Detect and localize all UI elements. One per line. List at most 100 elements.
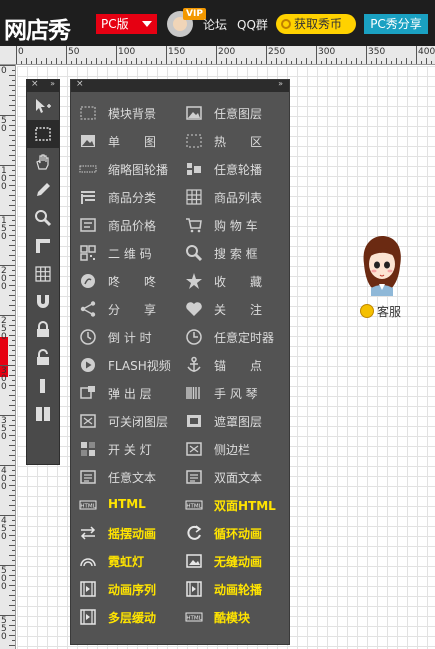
component-item[interactable]: 咚 咚 [71, 270, 177, 292]
component-item[interactable]: 开 关 灯 [71, 438, 177, 460]
ruler-tick [12, 630, 15, 631]
double-text-icon [185, 468, 203, 486]
ruler-tick [12, 100, 15, 101]
ruler-tick [326, 58, 327, 64]
ruler-tick [261, 61, 262, 64]
component-item[interactable]: 侧边栏 [177, 438, 283, 460]
ruler-tick [12, 170, 15, 171]
component-item[interactable]: HTML 双面HTML [177, 494, 283, 516]
close-icon[interactable]: × [31, 79, 39, 89]
customer-service-widget[interactable]: 客服 [349, 234, 411, 324]
component-panel-header[interactable]: × » [71, 79, 289, 92]
component-item[interactable]: 锚 点 [177, 354, 283, 376]
unlock-tool-button[interactable] [27, 344, 59, 372]
component-item[interactable]: 二 维 码 [71, 242, 177, 264]
component-item[interactable]: 商品分类 [71, 186, 177, 208]
component-item[interactable]: 无缝动画 [177, 550, 283, 572]
collapse-icon[interactable]: » [278, 79, 283, 88]
component-item[interactable]: 摇摆动画 [71, 522, 177, 544]
component-item[interactable]: 热 区 [177, 130, 283, 152]
qq-group-link[interactable]: QQ群 [237, 16, 268, 33]
component-item[interactable]: 分 享 [71, 298, 177, 320]
ruler-tick [211, 61, 212, 64]
component-item[interactable]: 多层缓动 [71, 606, 177, 628]
ruler-icon [36, 239, 50, 253]
edition-dropdown[interactable]: PC版 [96, 14, 157, 34]
move-tool-button[interactable] [27, 92, 59, 120]
hand-tool-button[interactable] [27, 148, 59, 176]
component-item[interactable]: 手 风 琴 [177, 382, 283, 404]
component-item[interactable]: FLASH视频 [71, 354, 177, 376]
ruler-tick [431, 61, 432, 64]
component-item[interactable]: 收 藏 [177, 270, 283, 292]
component-item[interactable]: 循环动画 [177, 522, 283, 544]
ruler-tool-button[interactable] [27, 232, 59, 260]
mask-layer-icon [185, 412, 203, 430]
component-item[interactable]: 动画序列 [71, 578, 177, 600]
ruler-tick [12, 230, 15, 231]
ruler-label: 300 [318, 47, 336, 57]
component-item[interactable]: 任意定时器 [177, 326, 283, 348]
vertical-ruler[interactable]: 0 50 100 150 200 250 300 350 400 450 500 550 [0, 65, 16, 649]
component-item[interactable]: 任意轮播 [177, 158, 283, 180]
component-item[interactable]: 商品价格 [71, 214, 177, 236]
app-logo[interactable]: 网店秀 [4, 11, 71, 45]
ruler-tick [12, 440, 15, 441]
component-item-label: 商品列表 [214, 191, 263, 205]
ruler-tick [276, 58, 277, 64]
pc-share-button[interactable]: PC秀分享 [364, 14, 428, 34]
get-coins-button[interactable]: 获取秀币 [276, 14, 356, 34]
tool-palette-header[interactable]: × » [27, 79, 59, 92]
ruler-tick [9, 275, 15, 276]
magnet-tool-button[interactable] [27, 288, 59, 316]
ruler-tick [351, 61, 352, 64]
ruler-tick [12, 200, 15, 201]
ruler-tick [31, 61, 32, 64]
component-item[interactable]: 动画轮播 [177, 578, 283, 600]
component-item[interactable]: 遮罩图层 [177, 410, 283, 432]
component-item[interactable]: 模块背景 [71, 102, 177, 124]
component-item-label: 开 关 灯 [108, 443, 152, 457]
ruler-label: 400 [418, 47, 435, 57]
ruler-tick [111, 61, 112, 64]
grid-tool-button[interactable] [27, 260, 59, 288]
forum-link[interactable]: 论坛 [203, 16, 227, 33]
ruler-tick [9, 595, 15, 596]
coin-icon [281, 19, 291, 29]
lock-tool-button[interactable] [27, 316, 59, 344]
ruler-tick [291, 61, 292, 64]
ruler-label: 50 [1, 116, 7, 134]
horizontal-ruler[interactable]: 0 50 100 150 200 250 300 350 400 [0, 46, 435, 65]
component-item[interactable]: 任意图层 [177, 102, 283, 124]
ruler-tick [226, 58, 227, 64]
double-column-button[interactable] [27, 400, 59, 428]
ruler-tick [411, 61, 412, 64]
component-item[interactable]: 购 物 车 [177, 214, 283, 236]
collapse-icon[interactable]: » [50, 79, 55, 88]
single-column-button[interactable] [27, 372, 59, 400]
ruler-tick [341, 61, 342, 64]
component-item[interactable]: 倒 计 时 [71, 326, 177, 348]
component-item-label: 模块背景 [108, 107, 157, 121]
close-icon[interactable]: × [76, 79, 84, 89]
select-tool-button[interactable] [27, 120, 59, 148]
ruler-tick [9, 585, 15, 586]
ruler-label: 50 [68, 47, 80, 57]
component-item-label: 商品分类 [108, 191, 157, 205]
component-item[interactable]: 霓虹灯 [71, 550, 177, 572]
component-item[interactable]: 单 图 [71, 130, 177, 152]
component-item[interactable]: 弹 出 层 [71, 382, 177, 404]
ruler-tick [366, 46, 367, 64]
component-item[interactable]: 缩略图轮播 [71, 158, 177, 180]
component-item[interactable]: 双面文本 [177, 466, 283, 488]
ruler-tick [321, 61, 322, 64]
component-item[interactable]: 搜 索 框 [177, 242, 283, 264]
pencil-tool-button[interactable] [27, 176, 59, 204]
component-item[interactable]: HTML 酷模块 [177, 606, 283, 628]
component-item[interactable]: HTML HTML [71, 494, 177, 516]
zoom-tool-button[interactable] [27, 204, 59, 232]
component-item[interactable]: 关 注 [177, 298, 283, 320]
component-item[interactable]: 任意文本 [71, 466, 177, 488]
component-item[interactable]: 可关闭图层 [71, 410, 177, 432]
component-item[interactable]: 商品列表 [177, 186, 283, 208]
